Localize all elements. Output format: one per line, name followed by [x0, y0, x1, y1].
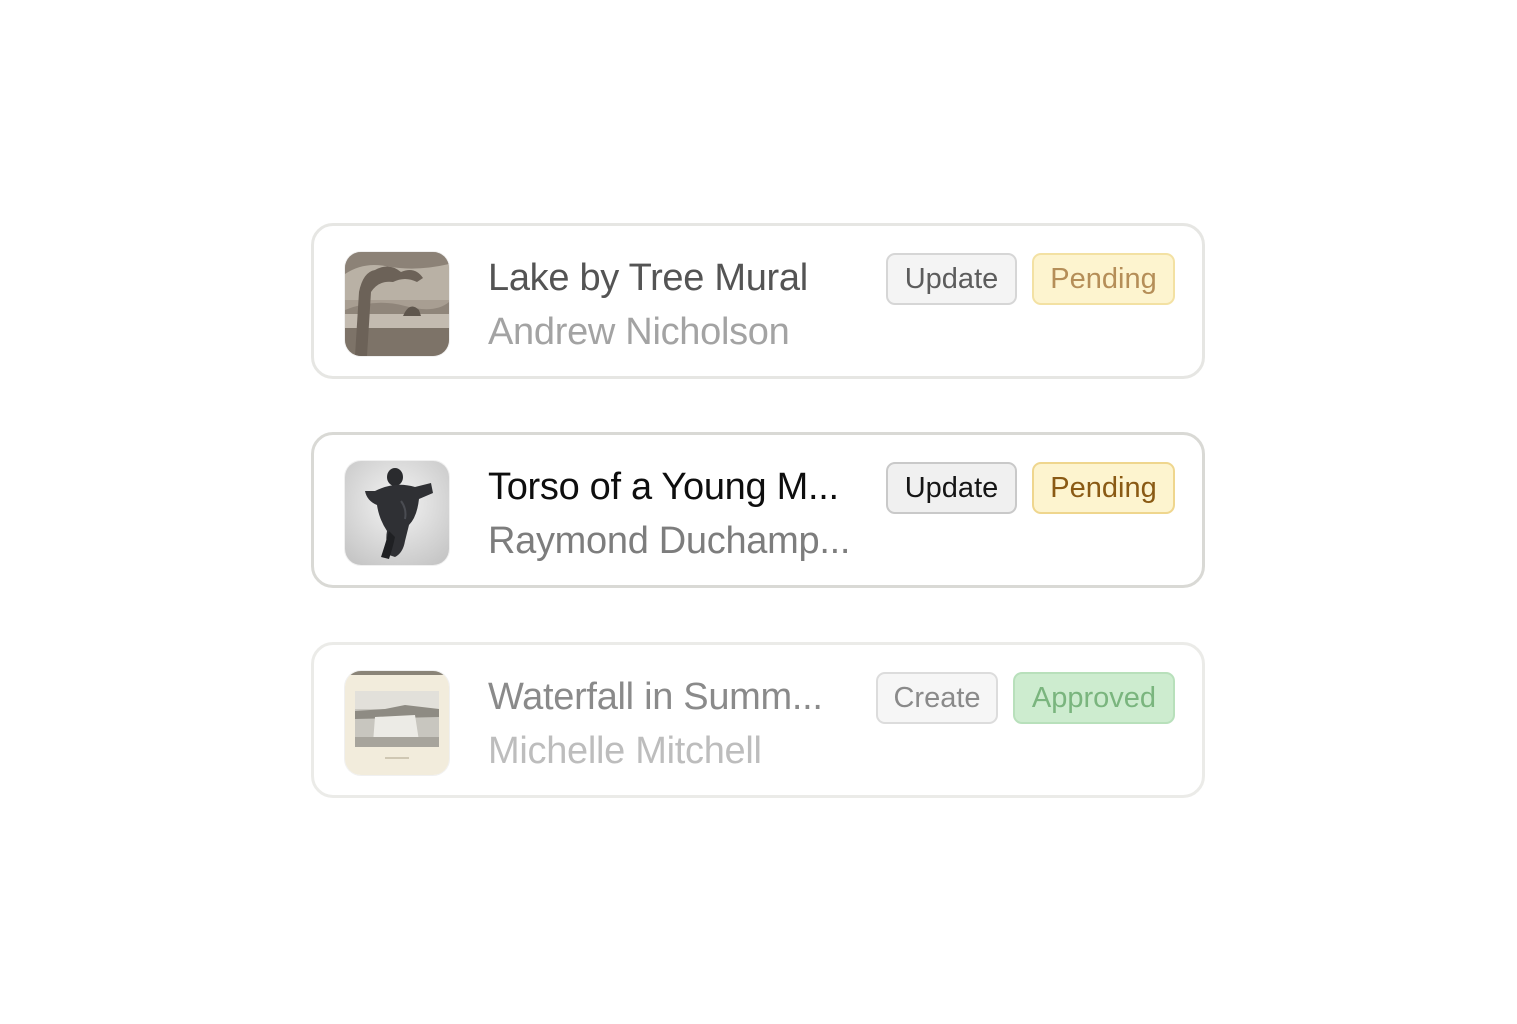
artwork-request-list: Lake by Tree Mural Andrew Nicholson Upda… [0, 0, 1517, 1024]
status-badge: Pending [1032, 462, 1175, 514]
artwork-thumbnail [345, 252, 449, 356]
torso-sculpture-image [345, 461, 449, 565]
artist-name: Andrew Nicholson [488, 311, 790, 353]
artwork-title: Torso of a Young M... [488, 466, 839, 508]
artist-name: Raymond Duchamp... [488, 520, 851, 562]
lake-landscape-image [345, 252, 449, 356]
update-button[interactable]: Update [886, 253, 1017, 305]
waterfall-image [345, 671, 449, 775]
status-badge: Approved [1013, 672, 1175, 724]
list-item[interactable]: Torso of a Young M... Raymond Duchamp...… [311, 432, 1205, 588]
artwork-thumbnail [345, 671, 449, 775]
artwork-title: Waterfall in Summ... [488, 676, 823, 718]
artist-name: Michelle Mitchell [488, 730, 762, 772]
update-button[interactable]: Update [886, 462, 1017, 514]
artwork-title: Lake by Tree Mural [488, 257, 808, 299]
list-item[interactable]: Lake by Tree Mural Andrew Nicholson Upda… [311, 223, 1205, 379]
artwork-thumbnail [345, 461, 449, 565]
create-button[interactable]: Create [876, 672, 998, 724]
status-badge: Pending [1032, 253, 1175, 305]
list-item[interactable]: Waterfall in Summ... Michelle Mitchell C… [311, 642, 1205, 798]
